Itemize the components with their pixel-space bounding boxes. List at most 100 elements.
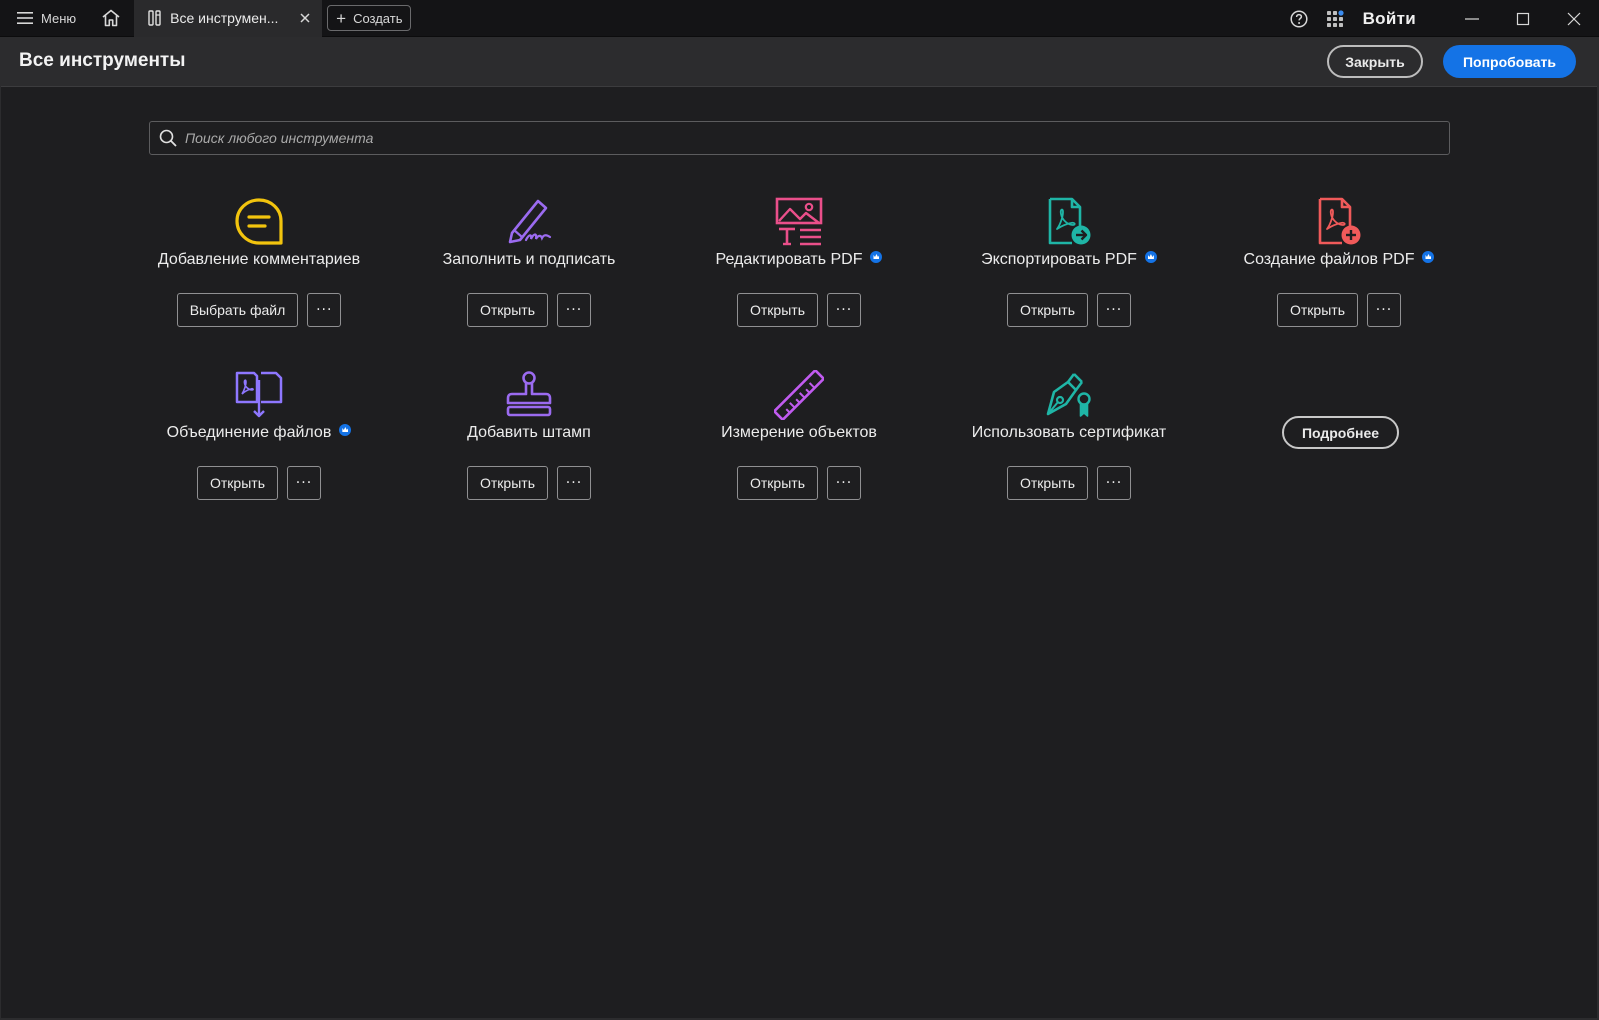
edit-pdf-icon[interactable] [774,197,824,247]
search-box [149,121,1450,155]
more-options-button[interactable]: ··· [307,293,342,327]
titlebar-right: Войти [1281,0,1599,37]
tools-header: Все инструменты Закрыть Попробовать [0,37,1599,87]
more-options-button[interactable]: ··· [1366,293,1401,327]
title-bar: Меню Все инструмен... + Создать Войти [0,0,1599,37]
tool-edit-pdf: Редактировать PDF Открыть ··· [664,197,934,347]
tool-label-text: Создание файлов PDF [1243,251,1415,268]
tool-actions: Открыть ··· [124,466,394,500]
tool-actions: Выбрать файл ··· [124,293,394,327]
open-button[interactable]: Открыть [737,466,818,500]
tab-label: Все инструмен... [170,10,279,26]
tool-label-text: Объединение файлов [166,424,332,441]
more-options-button[interactable]: ··· [286,466,321,500]
tool-actions: Открыть ··· [934,293,1204,327]
search-input[interactable] [185,123,1449,153]
create-button[interactable]: + Создать [327,5,412,31]
plus-icon: + [336,8,347,28]
tool-label: Экспортировать PDF [934,251,1204,269]
tool-label-text: Измерение объектов [721,424,877,441]
more-options-button[interactable]: ··· [1096,293,1131,327]
more-options-button[interactable]: ··· [826,466,861,500]
open-button[interactable]: Открыть [197,466,278,500]
window-border-left [0,37,1,1020]
tool-create-pdf: Создание файлов PDF Открыть ··· [1204,197,1474,347]
tool-label: Добавление комментариев [124,251,394,269]
signin-button[interactable]: Войти [1363,9,1416,29]
tool-label-text: Добавление комментариев [157,251,361,268]
tool-label-text: Редактировать PDF [715,251,863,268]
choose-file-button[interactable]: Выбрать файл [176,293,299,327]
export-pdf-icon[interactable] [1044,197,1094,247]
certificate-icon[interactable] [1044,370,1094,420]
open-button[interactable]: Открыть [467,466,548,500]
tool-fill-sign: Заполнить и подписать Открыть ··· [394,197,664,347]
tool-actions: Открыть ··· [664,293,934,327]
apps-button[interactable] [1317,0,1353,37]
more-options-button[interactable]: ··· [826,293,861,327]
tool-label-text: Использовать сертификат [971,424,1167,441]
comment-icon[interactable] [234,197,284,247]
tools-tab-icon [148,10,161,26]
open-button[interactable]: Открыть [1277,293,1358,327]
help-button[interactable] [1281,0,1317,37]
more-options-button[interactable]: ··· [556,293,591,327]
close-tab-icon[interactable] [298,11,312,25]
tool-label-text: Экспортировать PDF [981,251,1137,268]
close-button[interactable]: Закрыть [1327,45,1423,78]
page-title: Все инструменты [19,50,186,71]
tool-label-text: Добавить штамп [467,424,591,441]
hamburger-icon [17,12,33,24]
tool-label: Создание файлов PDF [1204,251,1474,269]
combine-files-icon[interactable] [234,370,284,420]
premium-badge-icon [870,251,883,263]
tool-actions: Открыть ··· [664,466,934,500]
tool-combine-files: Объединение файлов Открыть ··· [124,370,394,520]
premium-badge-icon [339,424,352,436]
tool-label: Объединение файлов [124,424,394,442]
create-label: Создать [353,10,403,26]
tool-measure-objects: Измерение объектов Открыть ··· [664,370,934,520]
measure-icon[interactable] [774,370,824,420]
more-options-button[interactable]: ··· [1096,466,1131,500]
tab-all-tools[interactable]: Все инструмен... [134,0,323,37]
tool-actions: Открыть ··· [934,466,1204,500]
minimize-button[interactable] [1446,0,1497,37]
more-options-button[interactable]: ··· [556,466,591,500]
tool-label: Заполнить и подписать [394,251,664,269]
window-close-button[interactable] [1548,0,1599,37]
tool-add-comments: Добавление комментариев Выбрать файл ··· [124,197,394,347]
tool-actions: Открыть ··· [394,293,664,327]
tool-label-text: Заполнить и подписать [442,251,616,268]
tool-actions: Открыть ··· [1204,293,1474,327]
maximize-icon [1516,12,1529,25]
fill-sign-icon[interactable] [504,197,554,247]
learn-more-button[interactable]: Подробнее [1282,416,1399,449]
open-button[interactable]: Открыть [1007,293,1088,327]
tool-label: Добавить штамп [394,424,664,442]
home-icon [102,9,120,27]
home-button[interactable] [90,0,132,37]
search-icon [159,129,177,147]
create-pdf-icon[interactable] [1314,197,1364,247]
tool-use-certificate: Использовать сертификат Открыть ··· [934,370,1204,520]
tool-actions: Открыть ··· [394,466,664,500]
minimize-icon [1464,17,1479,20]
help-icon [1290,9,1308,28]
premium-badge-icon [1422,251,1435,263]
tool-add-stamp: Добавить штамп Открыть ··· [394,370,664,520]
tool-label: Редактировать PDF [664,251,934,269]
stamp-icon[interactable] [504,370,554,420]
close-icon [1567,12,1580,25]
menu-button[interactable]: Меню [0,0,90,37]
open-button[interactable]: Открыть [1007,466,1088,500]
menu-label: Меню [41,10,77,26]
open-button[interactable]: Открыть [467,293,548,327]
premium-badge-icon [1144,251,1157,263]
maximize-button[interactable] [1497,0,1548,37]
open-button[interactable]: Открыть [737,293,818,327]
tool-label: Измерение объектов [664,424,934,442]
apps-grid-icon [1326,9,1344,27]
try-button[interactable]: Попробовать [1443,45,1576,78]
tool-export-pdf: Экспортировать PDF Открыть ··· [934,197,1204,347]
